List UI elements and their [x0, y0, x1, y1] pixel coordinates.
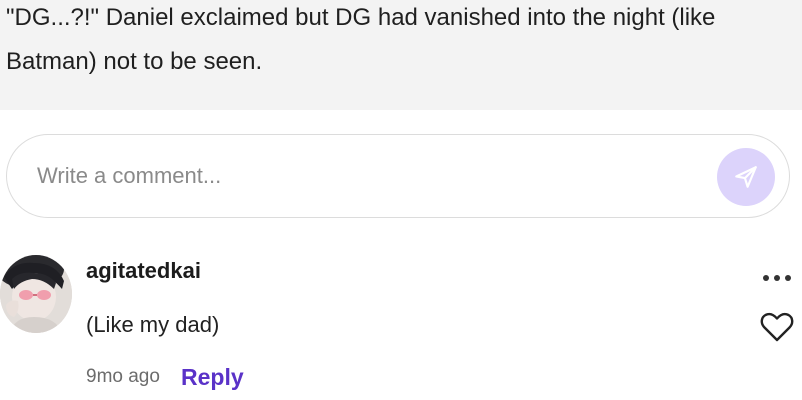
comment-username[interactable]: agitatedkai: [86, 258, 201, 284]
avatar-image: [0, 255, 72, 333]
story-text: "DG...?!" Daniel exclaimed but DG had va…: [6, 4, 723, 75]
avatar[interactable]: [0, 255, 72, 333]
send-comment-button[interactable]: [717, 148, 775, 206]
more-options-button[interactable]: [758, 268, 796, 288]
reply-button[interactable]: Reply: [181, 364, 244, 391]
heart-outline-icon: [760, 312, 794, 342]
story-paragraph-block: "DG...?!" Daniel exclaimed but DG had va…: [0, 0, 802, 110]
comment-composer: [6, 134, 790, 218]
comment-text: (Like my dad): [86, 312, 220, 337]
send-icon: [735, 166, 757, 188]
like-button[interactable]: [758, 310, 796, 344]
comment-input[interactable]: [37, 155, 697, 197]
comment-timestamp: 9mo ago: [86, 366, 160, 387]
more-options-icon: [763, 275, 791, 281]
